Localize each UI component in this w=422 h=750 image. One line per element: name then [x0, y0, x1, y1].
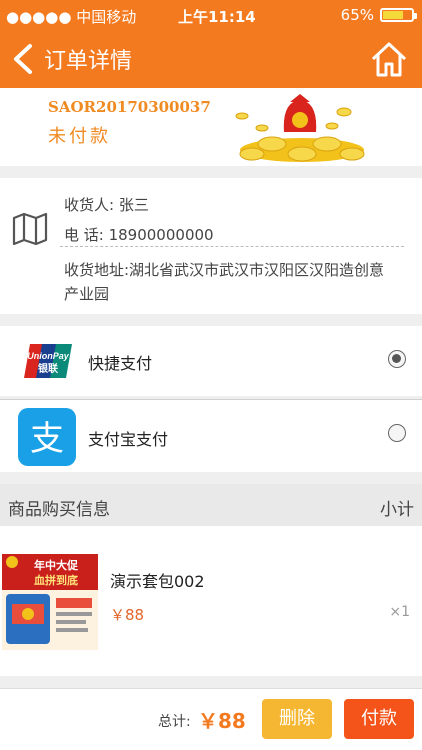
product-image-text-1: 年中大促 [34, 558, 79, 572]
product-price: ￥88 [110, 606, 145, 624]
home-icon[interactable] [370, 40, 408, 78]
svg-text:UnionPay: UnionPay [27, 351, 70, 361]
product-name: 演示套包002 [110, 572, 205, 591]
section-title: 商品购买信息 [8, 500, 110, 520]
delete-button[interactable]: 删除 [262, 699, 332, 739]
page-title: 订单详情 [44, 49, 133, 74]
recipient-phone: 电 话: 18900000000 [64, 226, 214, 244]
order-status: 未付款 [48, 126, 111, 147]
carrier-label: ●●●●● 中国移动 [6, 8, 137, 26]
back-arrow-icon[interactable] [8, 42, 38, 76]
payment-option-unionpay[interactable]: UnionPay 银联 快捷支付 [0, 326, 422, 396]
nav-header: 订单详情 [0, 30, 422, 88]
payment-option-label: 快捷支付 [88, 354, 153, 373]
recipient-name: 收货人: 张三 [64, 196, 149, 214]
pay-button[interactable]: 付款 [344, 699, 414, 739]
map-icon [12, 212, 48, 246]
dashed-divider [60, 246, 404, 247]
recipient-address: 收货地址:湖北省武汉市武汉市汉阳区汉阳造创意产业园 [64, 261, 385, 303]
subtotal-label: 小计 [380, 500, 414, 520]
alipay-icon: 支 [18, 408, 76, 466]
radio-selected[interactable] [388, 350, 406, 368]
product-image: 年中大促 血拼到底 [2, 554, 98, 650]
payment-option-alipay[interactable]: 支 支付宝支付 [0, 400, 422, 472]
status-right: 65% [340, 6, 417, 24]
battery-icon [380, 8, 417, 22]
svg-text:银联: 银联 [38, 362, 58, 375]
order-number: SAOR20170300037 [48, 98, 211, 116]
status-time: 上午11:14 [178, 8, 256, 26]
section-header: 商品购买信息 小计 [0, 484, 422, 526]
checkout-footer: 总计: ￥88 删除 付款 [0, 688, 422, 750]
svg-text:支: 支 [30, 419, 64, 459]
shipping-address[interactable]: 收货人: 张三 电 话: 18900000000 收货地址:湖北省武汉市武汉市汉… [0, 178, 422, 314]
product-image-text-2: 血拼到底 [34, 573, 78, 587]
product-item[interactable]: 年中大促 血拼到底 演示套包002 ￥88 ×1 [0, 526, 422, 676]
unionpay-icon: UnionPay 银联 [24, 344, 72, 378]
radio-unselected[interactable] [388, 424, 406, 442]
gold-ingots-icon [235, 94, 365, 162]
order-summary: SAOR20170300037 未付款 [0, 88, 422, 166]
total-label: 总计: [158, 714, 191, 730]
payment-option-label: 支付宝支付 [88, 430, 169, 449]
product-quantity: ×1 [389, 604, 410, 620]
status-bar: ●●●●● 中国移动 上午11:14 65% [0, 0, 422, 30]
total-value: ￥88 [198, 709, 246, 733]
battery-percent: 65% [340, 6, 374, 24]
